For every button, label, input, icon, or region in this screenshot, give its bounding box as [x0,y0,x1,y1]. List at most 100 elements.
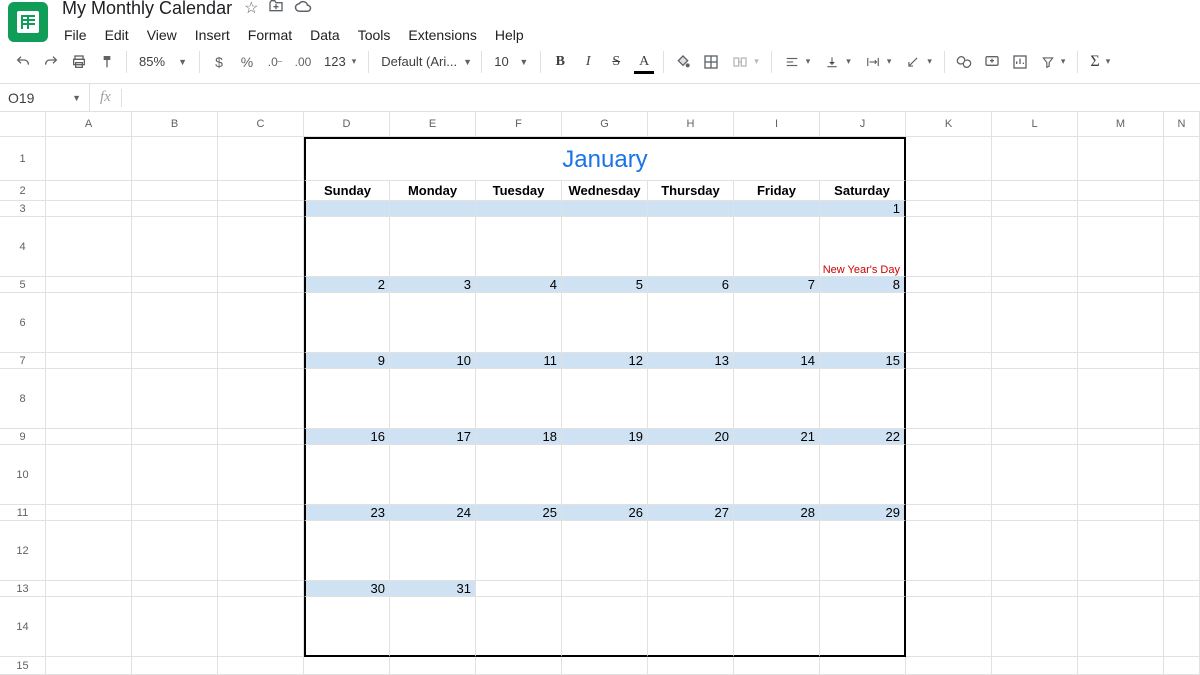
insert-comment-button[interactable] [979,49,1005,75]
date-cell[interactable]: 26 [562,505,648,521]
cell[interactable] [906,505,992,521]
event-cell[interactable] [304,521,390,581]
event-cell[interactable] [648,445,734,505]
cell[interactable] [218,657,304,675]
event-cell[interactable] [734,597,820,657]
date-cell[interactable]: 22 [820,429,906,445]
cell[interactable] [132,429,218,445]
cell[interactable] [992,445,1078,505]
date-cell[interactable]: 8 [820,277,906,293]
cell[interactable] [992,353,1078,369]
month-title[interactable]: January [304,137,906,181]
event-cell[interactable] [390,217,476,277]
event-cell[interactable] [734,445,820,505]
filter-dropdown[interactable]: ▾ [1035,49,1072,75]
cell[interactable] [1078,353,1164,369]
cell[interactable] [1078,505,1164,521]
italic-button[interactable]: I [575,49,601,75]
cell[interactable] [218,505,304,521]
cell[interactable] [906,369,992,429]
date-cell[interactable] [648,201,734,217]
cell[interactable] [992,521,1078,581]
cell[interactable] [1164,181,1200,201]
cloud-status-icon[interactable] [294,0,312,18]
cell[interactable] [820,657,906,675]
cell[interactable] [46,181,132,201]
date-cell[interactable] [648,581,734,597]
cell[interactable] [1164,293,1200,353]
cell[interactable] [992,369,1078,429]
cell[interactable] [1078,201,1164,217]
menu-data[interactable]: Data [302,23,348,47]
date-cell[interactable] [304,201,390,217]
event-cell[interactable] [820,597,906,657]
date-cell[interactable]: 18 [476,429,562,445]
cell[interactable] [1164,505,1200,521]
day-header[interactable]: Friday [734,181,820,201]
cell[interactable] [1078,293,1164,353]
event-cell[interactable] [734,521,820,581]
day-header[interactable]: Monday [390,181,476,201]
cell[interactable] [992,597,1078,657]
cell[interactable] [132,353,218,369]
event-cell[interactable] [390,369,476,429]
col-header[interactable]: G [562,112,648,137]
cell[interactable] [1164,657,1200,675]
cell[interactable] [992,181,1078,201]
cell[interactable] [132,581,218,597]
date-cell[interactable]: 30 [304,581,390,597]
cell[interactable] [218,581,304,597]
cell[interactable] [906,201,992,217]
event-cell[interactable] [562,369,648,429]
event-cell[interactable] [820,445,906,505]
day-header[interactable]: Tuesday [476,181,562,201]
cell[interactable] [46,217,132,277]
date-cell[interactable]: 9 [304,353,390,369]
event-cell[interactable] [734,217,820,277]
event-cell[interactable] [648,217,734,277]
merge-cells-dropdown[interactable]: ▾ [726,49,765,75]
date-cell[interactable]: 29 [820,505,906,521]
cell[interactable] [218,137,304,181]
cell[interactable] [304,657,390,675]
event-cell[interactable] [648,597,734,657]
cell[interactable] [648,657,734,675]
date-cell[interactable]: 31 [390,581,476,597]
date-cell[interactable]: 27 [648,505,734,521]
date-cell[interactable]: 12 [562,353,648,369]
event-cell[interactable] [648,293,734,353]
cell[interactable] [46,429,132,445]
formula-input[interactable] [122,84,1200,111]
col-header[interactable]: L [992,112,1078,137]
cell[interactable] [1164,353,1200,369]
cell[interactable] [906,353,992,369]
insert-link-button[interactable] [951,49,977,75]
cell[interactable] [992,505,1078,521]
text-color-button[interactable]: A [631,49,657,75]
wrap-dropdown[interactable]: ▾ [859,49,898,75]
cell[interactable] [46,201,132,217]
cell[interactable] [906,445,992,505]
cell[interactable] [218,369,304,429]
cell[interactable] [132,277,218,293]
cell[interactable] [132,201,218,217]
date-cell[interactable]: 24 [390,505,476,521]
cell[interactable] [218,521,304,581]
col-header[interactable]: K [906,112,992,137]
row-header[interactable]: 8 [0,369,46,429]
decrease-decimal-button[interactable]: .0_ [262,49,288,75]
cell[interactable] [992,217,1078,277]
cell[interactable] [1078,277,1164,293]
cell[interactable] [1078,429,1164,445]
menu-extensions[interactable]: Extensions [400,23,484,47]
date-cell[interactable]: 19 [562,429,648,445]
cell[interactable] [906,217,992,277]
cell[interactable] [906,181,992,201]
col-header[interactable]: I [734,112,820,137]
col-header[interactable]: B [132,112,218,137]
cell[interactable] [218,217,304,277]
print-button[interactable] [66,49,92,75]
row-header[interactable]: 12 [0,521,46,581]
event-cell[interactable] [476,445,562,505]
menu-insert[interactable]: Insert [187,23,238,47]
